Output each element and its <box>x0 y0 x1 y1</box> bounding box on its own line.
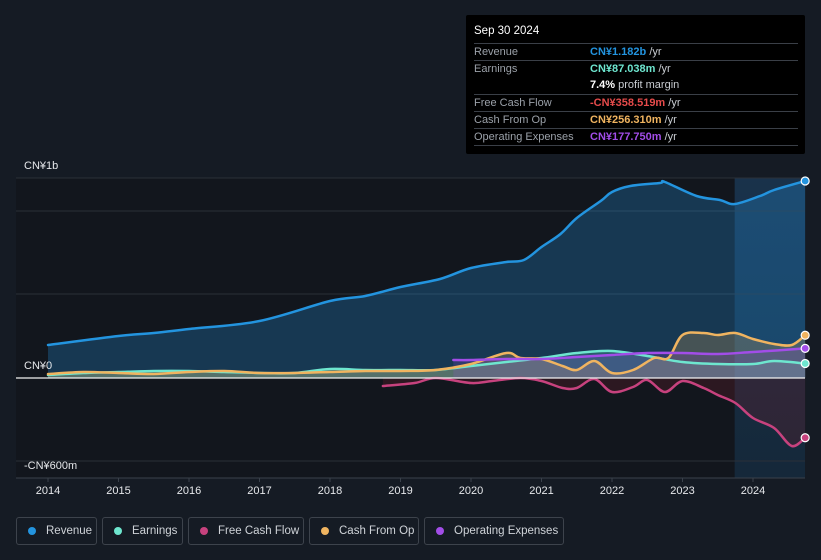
legend-item-revenue[interactable]: Revenue <box>16 517 97 545</box>
tooltip-value: CN¥256.310m /yr <box>590 114 677 126</box>
tooltip: Sep 30 2024 Revenue CN¥1.182b /yr Earnings… <box>466 15 805 154</box>
legend-dot-icon <box>114 527 122 535</box>
tooltip-value-text: CN¥256.310m <box>590 114 662 126</box>
tooltip-unit: /yr <box>655 63 671 75</box>
cash-from-op-end-marker[interactable] <box>800 330 810 340</box>
earnings-end-marker[interactable] <box>800 358 810 369</box>
x-tick-label: 2016 <box>176 485 202 497</box>
legend-dot-icon <box>200 527 208 535</box>
legend-label: Revenue <box>46 525 93 537</box>
x-tick-label: 2015 <box>106 485 131 497</box>
tooltip-label: Cash From Op <box>474 114 547 126</box>
legend-item-free-cash-flow[interactable]: Free Cash Flow <box>188 517 304 545</box>
tooltip-label: Free Cash Flow <box>474 97 552 109</box>
tooltip-row: Revenue CN¥1.182b /yr <box>474 43 798 61</box>
legend-dot-icon <box>436 527 444 535</box>
legend-dot-icon <box>28 527 36 535</box>
tooltip-unit: /yr <box>665 97 681 109</box>
tooltip-unit: profit margin <box>615 79 680 91</box>
tooltip-divider <box>474 145 798 146</box>
tooltip-value: CN¥87.038m /yr <box>590 63 671 75</box>
x-tick-label: 2019 <box>388 485 413 497</box>
tooltip-unit: /yr <box>661 131 677 143</box>
legend-label: Operating Expenses <box>454 525 559 537</box>
tooltip-row: Earnings CN¥87.038m /yr <box>474 60 798 78</box>
legend-item-earnings[interactable]: Earnings <box>102 517 183 545</box>
tooltip-unit: /yr <box>646 46 662 58</box>
y-tick-label: -CN¥600m <box>24 460 78 472</box>
legend-label: Earnings <box>132 525 178 537</box>
tooltip-value: 7.4% profit margin <box>590 79 679 91</box>
tooltip-label: Operating Expenses <box>474 131 574 143</box>
x-tick-label: 2018 <box>317 485 343 497</box>
free-cash-flow-end-marker[interactable] <box>800 433 810 443</box>
tooltip-value-text: 7.4% <box>590 79 616 91</box>
revenue-end-marker[interactable] <box>800 176 810 186</box>
x-tick-label: 2014 <box>35 485 61 497</box>
tooltip-row: 7.4% profit margin <box>474 77 798 94</box>
y-tick-label: CN¥0 <box>24 360 53 372</box>
x-tick-label: 2024 <box>740 485 766 497</box>
x-tick-label: 2020 <box>458 485 484 497</box>
tooltip-value-text: CN¥87.038m <box>590 63 656 75</box>
legend-item-operating-expenses[interactable]: Operating Expenses <box>424 517 564 545</box>
tooltip-row: Cash From Op CN¥256.310m /yr <box>474 111 798 129</box>
x-tick-label: 2023 <box>670 485 695 497</box>
y-tick-label: CN¥1b <box>24 160 59 172</box>
tooltip-date: Sep 30 2024 <box>474 25 540 37</box>
tooltip-value-text: CN¥1.182b <box>590 46 647 58</box>
tooltip-value: -CN¥358.519m /yr <box>590 97 681 109</box>
tooltip-label: Revenue <box>474 46 519 58</box>
x-tick-label: 2017 <box>247 485 272 497</box>
tooltip-unit: /yr <box>661 114 677 126</box>
x-tick-label: 2021 <box>529 485 554 497</box>
tooltip-value-text: -CN¥358.519m <box>590 97 666 109</box>
x-tick-label: 2022 <box>599 485 625 497</box>
tooltip-row: Operating Expenses CN¥177.750m /yr <box>474 128 798 146</box>
tooltip-value: CN¥1.182b /yr <box>590 46 662 58</box>
legend-dot-icon <box>321 527 329 535</box>
tooltip-value: CN¥177.750m /yr <box>590 131 677 143</box>
tooltip-row: Free Cash Flow -CN¥358.519m /yr <box>474 94 798 112</box>
operating-expenses-end-marker[interactable] <box>800 343 810 353</box>
tooltip-label: Earnings <box>474 63 518 75</box>
legend-item-cash-from-op[interactable]: Cash From Op <box>309 517 419 545</box>
legend-label: Cash From Op <box>339 525 415 537</box>
tooltip-value-text: CN¥177.750m <box>590 131 662 143</box>
legend-label: Free Cash Flow <box>218 525 300 537</box>
